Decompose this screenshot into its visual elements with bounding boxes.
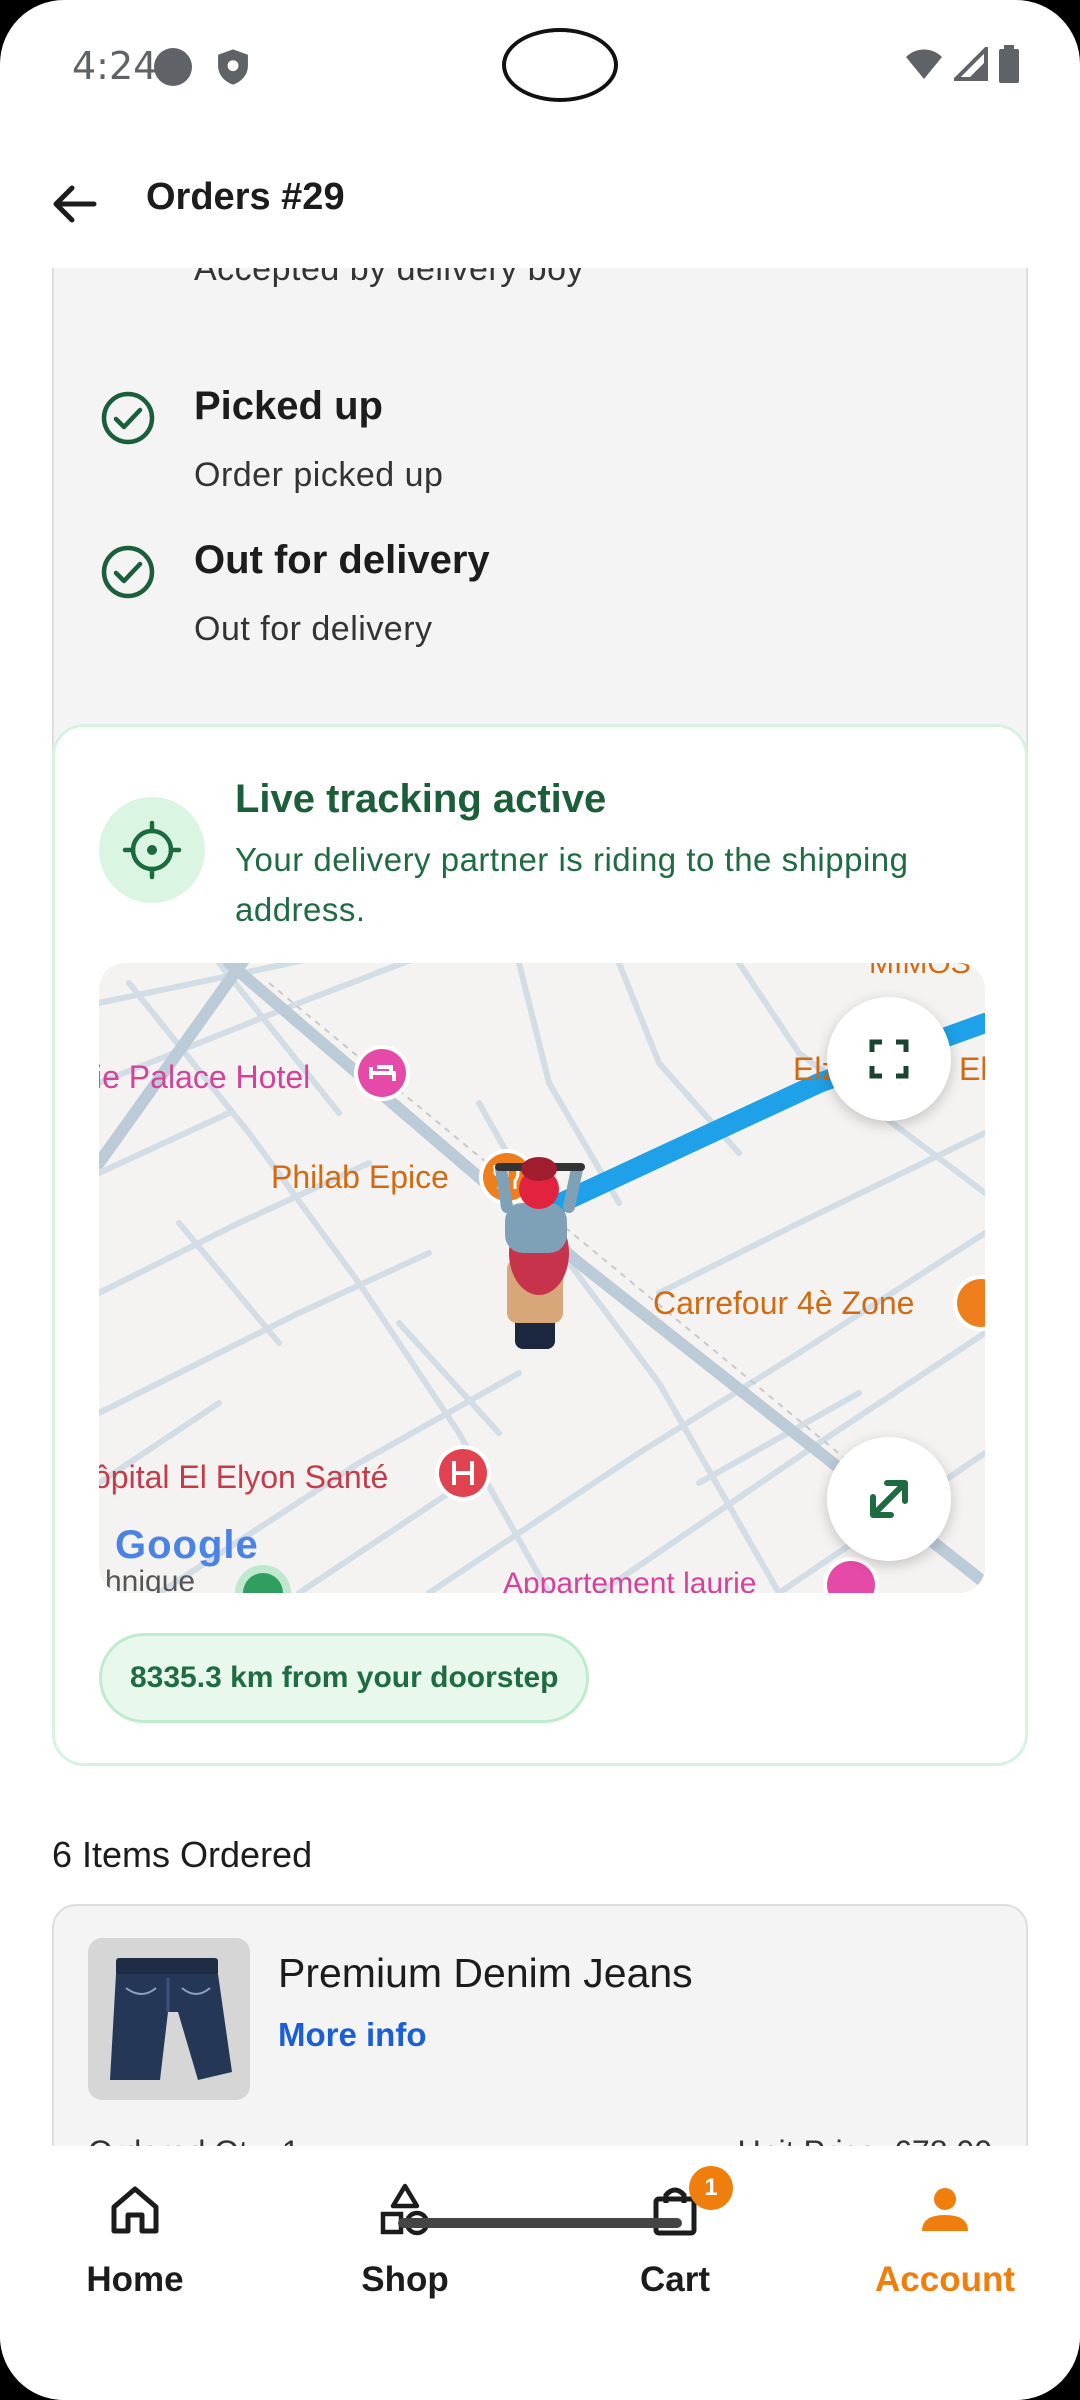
unit-price: Unit Price: 678.00: [738, 2134, 992, 2146]
tracking-icon-badge: [99, 797, 205, 903]
timeline-step-subtitle: Accepted by delivery boy: [194, 268, 584, 288]
google-logo: Google: [115, 1523, 259, 1567]
nav-label: Home: [86, 2260, 184, 2299]
fullscreen-button[interactable]: [827, 997, 951, 1121]
nav-shop[interactable]: Shop: [285, 2180, 525, 2340]
nav-home[interactable]: Home: [15, 2180, 255, 2340]
wifi-icon: [906, 49, 942, 79]
more-info-link[interactable]: More info: [278, 2016, 426, 2054]
tracking-description: Your delivery partner is riding to the s…: [235, 841, 909, 928]
timeline-step-subtitle: Out for delivery: [194, 610, 433, 648]
map-label: ôpital El Elyon Santé: [99, 1459, 389, 1495]
app-bar: Orders #29: [0, 150, 1080, 250]
order-details-scroll[interactable]: Accepted by delivery boy Picked up Order…: [0, 268, 1080, 2146]
shield-icon: [218, 49, 248, 85]
timeline-step-title: Out for delivery: [194, 538, 490, 582]
product-image: [88, 1938, 250, 2100]
page-title: Orders #29: [146, 176, 345, 218]
signal-icon: [954, 47, 988, 81]
arrow-left-icon: [53, 185, 97, 223]
map-label: MIMOS: [869, 963, 971, 980]
camera-cutout: [502, 28, 618, 102]
nav-cart[interactable]: 1 Cart: [555, 2166, 795, 2340]
items-ordered-heading: 6 Items Ordered: [52, 1834, 313, 1875]
timeline-step-subtitle: Order picked up: [194, 456, 444, 494]
nav-label: Cart: [639, 2260, 711, 2299]
timeline-step-title: Picked up: [194, 384, 383, 428]
nav-label: Account: [875, 2260, 1015, 2299]
map-label: ie Palace Hotel: [99, 1059, 311, 1095]
phone-screen: 4:24 Orders #29 Accepted by delivery boy: [0, 0, 1080, 2400]
bottom-navigation: Home Shop 1 Cart Account: [0, 2146, 1080, 2400]
map-label: hnique: [105, 1565, 196, 1593]
status-icons: [904, 44, 1020, 84]
map-label: El: [959, 1051, 985, 1087]
expand-map-button[interactable]: [827, 1437, 951, 1561]
order-item-card[interactable]: Premium Denim Jeans More info Ordered Qt…: [52, 1904, 1028, 2146]
notification-dot-icon: [154, 48, 192, 86]
map-label: Carrefour 4è Zone: [653, 1285, 915, 1321]
shapes-icon: [375, 2180, 435, 2240]
battery-icon: [999, 45, 1019, 83]
map-label: Appartement laurie: [503, 1567, 757, 1593]
person-icon: [915, 2180, 975, 2240]
nav-account[interactable]: Account: [825, 2180, 1065, 2340]
status-time: 4:24: [72, 44, 158, 88]
tracking-title: Live tracking active: [235, 777, 607, 821]
expand-arrows-icon: [870, 1480, 908, 1518]
home-indicator[interactable]: [398, 2218, 682, 2228]
status-bar: 4:24: [0, 0, 1080, 130]
nav-label: Shop: [361, 2260, 449, 2299]
cart-count-badge: 1: [689, 2166, 733, 2210]
check-circle-icon: [101, 391, 155, 445]
product-name: Premium Denim Jeans: [278, 1950, 693, 1996]
distance-badge: 8335.3 km from your doorstep: [99, 1633, 590, 1723]
check-circle-icon: [101, 545, 155, 599]
ordered-qty: Ordered Qty: 1: [88, 2134, 300, 2146]
hotel-marker[interactable]: [354, 1045, 410, 1101]
home-icon: [105, 2180, 165, 2240]
shopping-bag-icon: 1: [645, 2166, 733, 2240]
gps-target-icon: [122, 820, 182, 880]
jeans-image: [110, 1958, 232, 2080]
back-button[interactable]: [40, 170, 108, 238]
hospital-marker[interactable]: [435, 1445, 491, 1501]
fullscreen-icon: [869, 1039, 909, 1079]
map-label: Philab Epice: [271, 1159, 449, 1195]
delivery-map[interactable]: ie Palace Hotel Philab Epice Carrefour 4…: [99, 963, 985, 1593]
live-tracking-card: Live tracking active Your delivery partn…: [52, 724, 1028, 1766]
